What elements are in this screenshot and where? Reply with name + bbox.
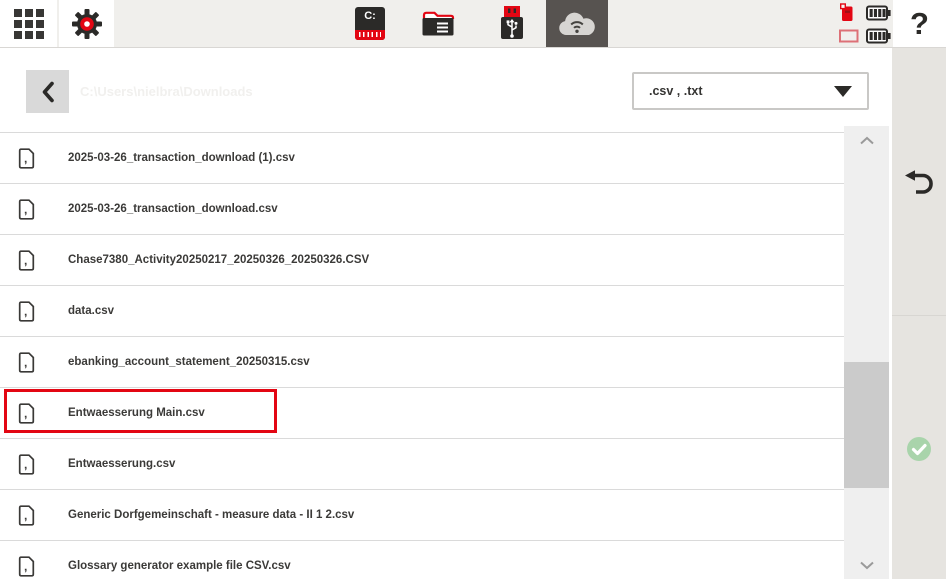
scroll-thumb[interactable] — [844, 362, 889, 488]
csv-file-icon: , — [18, 454, 35, 475]
file-type-filter-dropdown[interactable]: .csv , .txt — [632, 72, 869, 110]
csv-file-icon: , — [18, 403, 35, 424]
file-name: Entwaesserung Main.csv — [68, 407, 205, 419]
chevron-down-icon — [859, 561, 875, 570]
csv-file-icon: , — [18, 505, 35, 526]
svg-text:,: , — [24, 202, 27, 216]
svg-text:,: , — [24, 151, 27, 165]
question-mark-icon: ? — [910, 8, 929, 39]
apps-grid-icon — [14, 9, 44, 39]
drive-c-button[interactable]: C: — [355, 7, 385, 40]
folder-icon — [421, 9, 455, 38]
scroll-up-button[interactable] — [844, 132, 889, 150]
filter-value: .csv , .txt — [649, 84, 703, 98]
toolbar: C: — [0, 0, 946, 48]
svg-text:,: , — [24, 559, 27, 573]
scroll-down-button[interactable] — [844, 557, 889, 575]
battery-full-icon — [866, 28, 891, 44]
back-button[interactable] — [26, 70, 69, 113]
settings-button[interactable] — [59, 0, 114, 47]
battery-status — [839, 3, 891, 45]
file-row[interactable]: , Entwaesserung.csv — [0, 439, 845, 490]
chevron-up-icon — [859, 136, 875, 145]
file-row-selected[interactable]: , Entwaesserung Main.csv — [0, 388, 845, 439]
file-list: , 2025-03-26_transaction_download (1).cs… — [0, 132, 845, 579]
file-name: ebanking_account_statement_20250315.csv — [68, 356, 310, 368]
current-path: C:\Users\nielbra\Downloads — [80, 84, 253, 99]
csv-file-icon: , — [18, 148, 35, 169]
side-panel — [892, 48, 946, 579]
gear-icon — [70, 7, 104, 41]
svg-text:,: , — [24, 406, 27, 420]
file-name: Glossary generator example file CSV.csv — [68, 560, 291, 572]
help-button[interactable]: ? — [893, 0, 946, 47]
file-name: Chase7380_Activity20250217_20250326_2025… — [68, 254, 369, 266]
module-icon — [839, 29, 859, 43]
file-row[interactable]: , Chase7380_Activity20250217_20250326_20… — [0, 235, 845, 286]
wifi-cloud-icon — [556, 9, 598, 39]
csv-file-icon: , — [18, 250, 35, 271]
file-name: data.csv — [68, 305, 114, 317]
file-row[interactable]: , Generic Dorfgemeinschaft - measure dat… — [0, 490, 845, 541]
file-row[interactable]: , ebanking_account_statement_20250315.cs… — [0, 337, 845, 388]
cloud-source-button[interactable] — [546, 0, 608, 47]
local-folder-button[interactable] — [421, 9, 455, 38]
svg-text:,: , — [24, 304, 27, 318]
file-row[interactable]: , 2025-03-26_transaction_download (1).cs… — [0, 133, 845, 184]
file-row[interactable]: , 2025-03-26_transaction_download.csv — [0, 184, 845, 235]
checkmark-icon — [906, 436, 932, 462]
file-name: Generic Dorfgemeinschaft - measure data … — [68, 509, 354, 521]
scrollbar[interactable] — [844, 126, 889, 579]
svg-text:,: , — [24, 508, 27, 522]
svg-text:,: , — [24, 355, 27, 369]
chevron-down-icon — [834, 86, 852, 97]
battery-full-icon — [866, 5, 891, 21]
file-row[interactable]: , Glossary generator example file CSV.cs… — [0, 541, 845, 579]
device-battery-row-1 — [839, 3, 891, 22]
handheld-device-icon — [839, 3, 854, 22]
svg-text:,: , — [24, 457, 27, 471]
device-battery-row-2 — [839, 26, 891, 45]
usb-stick-icon — [498, 6, 526, 40]
confirm-button[interactable] — [892, 316, 946, 579]
usb-drive-button[interactable] — [498, 6, 526, 40]
file-name: 2025-03-26_transaction_download (1).csv — [68, 152, 295, 164]
svg-text:,: , — [24, 253, 27, 267]
chevron-left-icon — [41, 81, 55, 103]
file-name: Entwaesserung.csv — [68, 458, 175, 470]
csv-file-icon: , — [18, 352, 35, 373]
file-name: 2025-03-26_transaction_download.csv — [68, 203, 278, 215]
drive-c-label: C: — [355, 10, 385, 22]
csv-file-icon: , — [18, 199, 35, 220]
undo-arrow-icon — [903, 170, 935, 197]
file-browser-window: C: — [0, 0, 946, 579]
apps-menu-button[interactable] — [0, 0, 57, 47]
undo-button[interactable] — [892, 48, 946, 315]
file-row[interactable]: , data.csv — [0, 286, 845, 337]
csv-file-icon: , — [18, 301, 35, 322]
memory-card-icon: C: — [355, 7, 385, 40]
csv-file-icon: , — [18, 556, 35, 577]
